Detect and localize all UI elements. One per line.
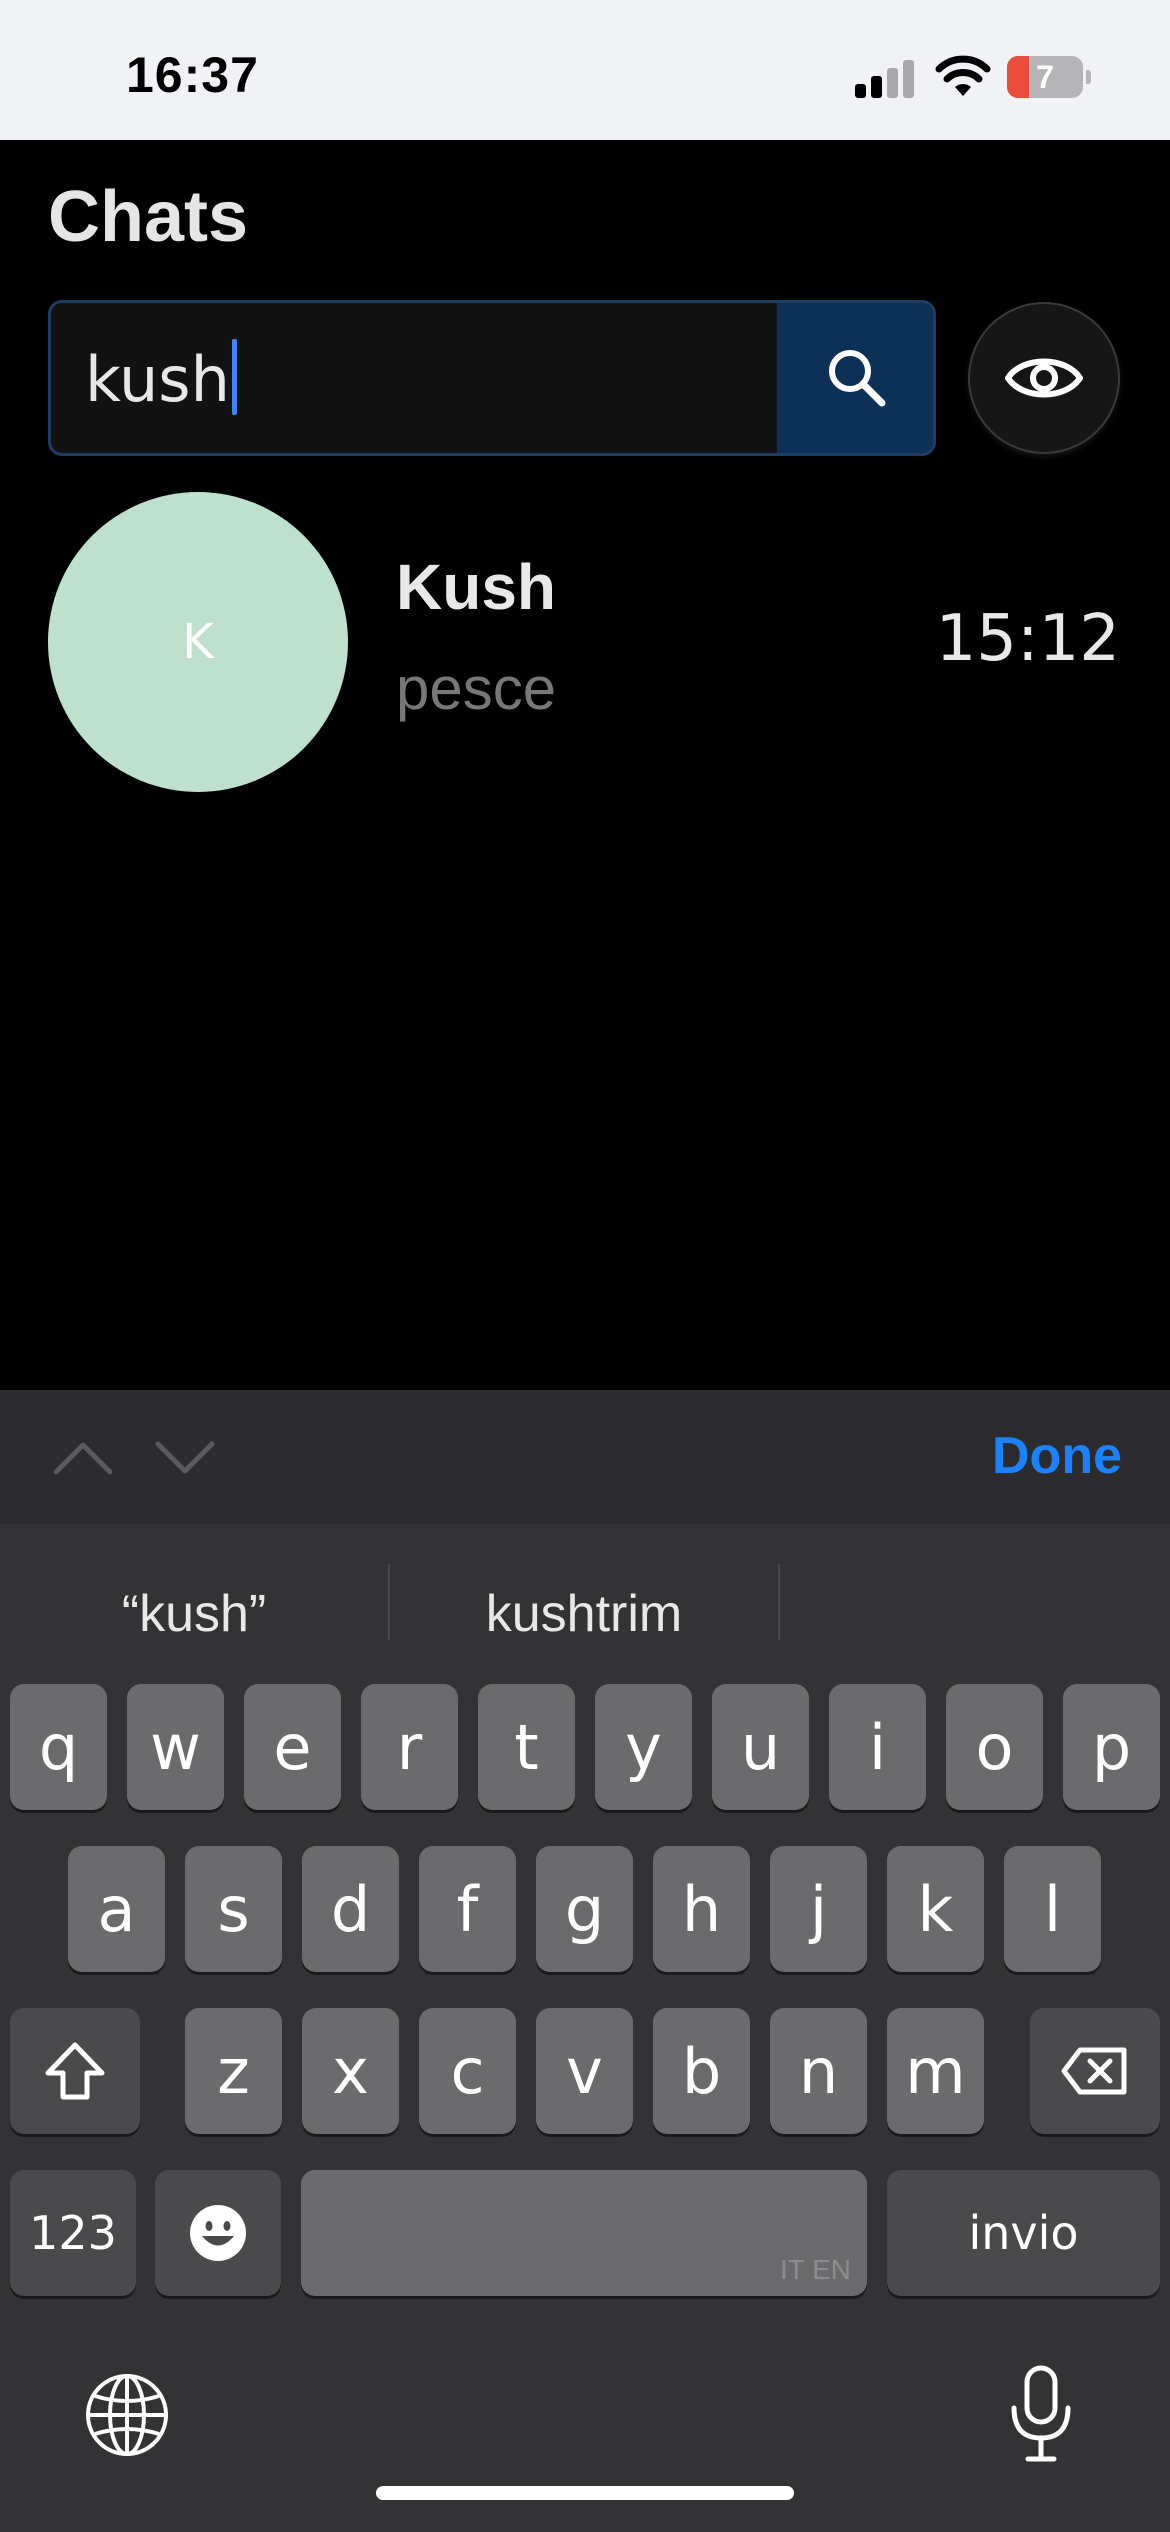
chat-time: 15:12	[935, 602, 1120, 676]
battery-level: 7	[1036, 59, 1054, 95]
microphone-icon[interactable]	[1006, 2364, 1076, 2464]
shift-key[interactable]	[10, 2008, 140, 2134]
search-icon	[828, 350, 885, 407]
return-key[interactable]: invio	[887, 2170, 1160, 2296]
key-c[interactable]: c	[419, 2008, 516, 2134]
text-caret	[231, 339, 237, 415]
space-key-languages: IT EN	[779, 2254, 851, 2285]
key-v[interactable]: v	[536, 2008, 633, 2134]
key-q[interactable]: q	[10, 1684, 107, 1810]
key-y[interactable]: y	[595, 1684, 692, 1810]
signal-icon	[855, 58, 915, 98]
key-n[interactable]: n	[770, 2008, 867, 2134]
key-l[interactable]: l	[1004, 1846, 1101, 1972]
search-bar: kush	[48, 300, 936, 456]
suggestion-item[interactable]	[780, 1568, 1168, 1660]
key-u[interactable]: u	[712, 1684, 809, 1810]
emoji-icon	[190, 2205, 246, 2261]
delete-icon	[1061, 2047, 1127, 2095]
done-button[interactable]: Done	[992, 1426, 1122, 1486]
search-input[interactable]: kush	[85, 339, 237, 416]
emoji-key[interactable]	[155, 2170, 281, 2296]
key-b[interactable]: b	[653, 2008, 750, 2134]
home-indicator[interactable]	[376, 2486, 794, 2500]
key-w[interactable]: w	[127, 1684, 224, 1810]
chat-name: Kush	[396, 551, 556, 623]
search-input-value: kush	[85, 343, 230, 416]
key-t[interactable]: t	[478, 1684, 575, 1810]
key-p[interactable]: p	[1063, 1684, 1160, 1810]
space-key[interactable]: IT EN	[301, 2170, 867, 2296]
status-bar: 16:37 7	[0, 0, 1170, 140]
key-r[interactable]: r	[361, 1684, 458, 1810]
key-k[interactable]: k	[887, 1846, 984, 1972]
key-j[interactable]: j	[770, 1846, 867, 1972]
shift-icon	[45, 2042, 105, 2100]
wifi-icon	[935, 55, 991, 96]
status-time: 16:37	[126, 47, 259, 103]
key-i[interactable]: i	[829, 1684, 926, 1810]
chevron-up-icon[interactable]	[50, 1430, 116, 1484]
avatar: K	[48, 492, 348, 792]
key-a[interactable]: a	[68, 1846, 165, 1972]
key-e[interactable]: e	[244, 1684, 341, 1810]
suggestion-item[interactable]: “kush”	[0, 1568, 388, 1660]
key-z[interactable]: z	[185, 2008, 282, 2134]
battery-icon: 7	[1007, 56, 1091, 98]
visibility-toggle-button[interactable]	[968, 302, 1120, 454]
key-s[interactable]: s	[185, 1846, 282, 1972]
keyboard-accessory-bar: Done	[0, 1390, 1170, 1524]
chat-list-item[interactable]: K Kush pesce 15:12	[0, 490, 1170, 792]
chevron-down-icon[interactable]	[152, 1430, 218, 1484]
key-d[interactable]: d	[302, 1846, 399, 1972]
key-f[interactable]: f	[419, 1846, 516, 1972]
page-title: Chats	[48, 177, 249, 257]
key-g[interactable]: g	[536, 1846, 633, 1972]
keyboard: “kush” kushtrim q w e r t y u i o p a s …	[0, 1524, 1170, 2532]
key-h[interactable]: h	[653, 1846, 750, 1972]
chat-preview: pesce	[396, 655, 557, 722]
suggestion-item[interactable]: kushtrim	[390, 1568, 778, 1660]
globe-icon[interactable]	[84, 2372, 170, 2458]
delete-key[interactable]	[1030, 2008, 1160, 2134]
key-o[interactable]: o	[946, 1684, 1043, 1810]
key-x[interactable]: x	[302, 2008, 399, 2134]
eye-icon	[1005, 358, 1083, 398]
key-m[interactable]: m	[887, 2008, 984, 2134]
search-button[interactable]	[777, 303, 933, 453]
numbers-key[interactable]: 123	[10, 2170, 136, 2296]
